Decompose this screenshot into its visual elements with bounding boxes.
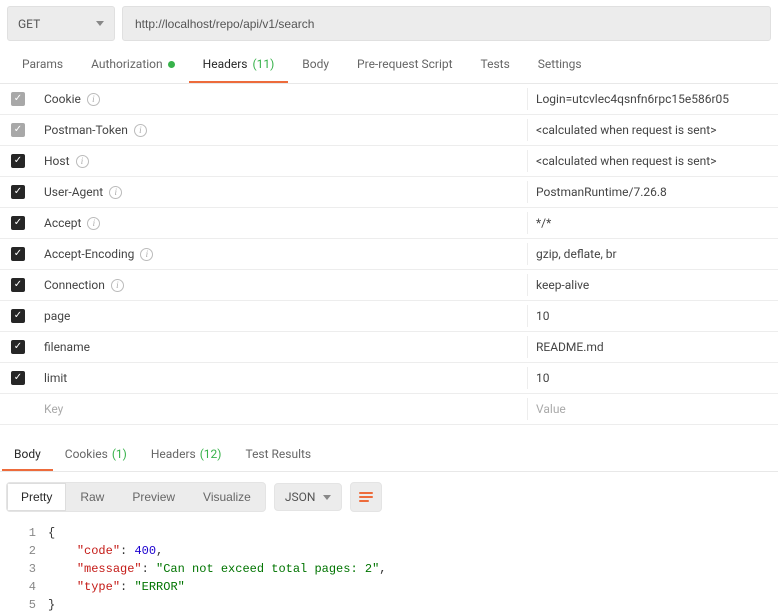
- header-value-cell[interactable]: <calculated when request is sent>: [528, 150, 778, 172]
- view-toolbar: Pretty Raw Preview Visualize JSON: [0, 472, 778, 522]
- tab-params[interactable]: Params: [8, 47, 77, 83]
- header-key-cell[interactable]: Postman-Tokeni: [36, 119, 528, 141]
- header-checkbox[interactable]: ✓: [11, 371, 25, 385]
- header-checkbox[interactable]: ✓: [11, 309, 25, 323]
- info-icon: i: [76, 155, 89, 168]
- dot-icon: [168, 61, 175, 68]
- request-tabs: Params Authorization Headers(11) Body Pr…: [0, 47, 778, 84]
- header-value-cell[interactable]: 10: [528, 367, 778, 389]
- info-icon: i: [87, 93, 100, 106]
- response-body-viewer[interactable]: 12345 { "code": 400, "message": "Can not…: [0, 522, 778, 616]
- header-key-cell[interactable]: Hosti: [36, 150, 528, 172]
- code-content: { "code": 400, "message": "Can not excee…: [48, 524, 778, 614]
- header-checkbox[interactable]: ✓: [11, 247, 25, 261]
- tab-settings[interactable]: Settings: [524, 47, 596, 83]
- header-checkbox[interactable]: ✓: [11, 185, 25, 199]
- view-preview[interactable]: Preview: [118, 483, 189, 511]
- line-gutter: 12345: [0, 524, 48, 614]
- header-checkbox[interactable]: ✓: [11, 216, 25, 230]
- table-row: ✓ limit10: [0, 363, 778, 394]
- method-label: GET: [18, 17, 40, 31]
- header-checkbox[interactable]: ✓: [11, 92, 25, 106]
- header-key-cell[interactable]: page: [36, 305, 528, 327]
- info-icon: i: [109, 186, 122, 199]
- header-value-input[interactable]: Value: [528, 398, 778, 420]
- header-checkbox[interactable]: ✓: [11, 123, 25, 137]
- table-row: ✓ Accepti*/*: [0, 208, 778, 239]
- table-row: ✓ Postman-Tokeni<calculated when request …: [0, 115, 778, 146]
- rtab-test-results[interactable]: Test Results: [233, 437, 323, 471]
- info-icon: i: [134, 124, 147, 137]
- headers-table: ✓ CookieiLogin=utcvlec4qsnfn6rpc15e586r05…: [0, 84, 778, 425]
- header-value-cell[interactable]: keep-alive: [528, 274, 778, 296]
- table-row: ✓ Hosti<calculated when request is sent>: [0, 146, 778, 177]
- header-key-cell[interactable]: User-Agenti: [36, 181, 528, 203]
- wrap-icon: [359, 492, 373, 502]
- table-row: ✓ Connectionikeep-alive: [0, 270, 778, 301]
- wrap-lines-button[interactable]: [350, 482, 382, 512]
- tab-prerequest[interactable]: Pre-request Script: [343, 47, 466, 83]
- format-select[interactable]: JSON: [274, 483, 343, 511]
- header-value-cell[interactable]: <calculated when request is sent>: [528, 119, 778, 141]
- info-icon: i: [111, 279, 124, 292]
- chevron-down-icon: [96, 21, 104, 26]
- header-key-input[interactable]: Key: [36, 398, 528, 420]
- header-key-cell[interactable]: filename: [36, 336, 528, 358]
- table-row: ✓ filenameREADME.md: [0, 332, 778, 363]
- table-row: ✓ Accept-Encodingigzip, deflate, br: [0, 239, 778, 270]
- table-row: ✓ CookieiLogin=utcvlec4qsnfn6rpc15e586r05: [0, 84, 778, 115]
- info-icon: i: [87, 217, 100, 230]
- header-checkbox[interactable]: ✓: [11, 154, 25, 168]
- tab-authorization[interactable]: Authorization: [77, 47, 189, 83]
- header-key-cell[interactable]: Connectioni: [36, 274, 528, 296]
- view-raw[interactable]: Raw: [66, 483, 118, 511]
- header-key-cell[interactable]: Accept-Encodingi: [36, 243, 528, 265]
- chevron-down-icon: [323, 495, 331, 500]
- tab-body[interactable]: Body: [288, 47, 343, 83]
- http-method-select[interactable]: GET: [7, 6, 115, 41]
- header-value-cell[interactable]: Login=utcvlec4qsnfn6rpc15e586r05: [528, 88, 778, 110]
- header-value-cell[interactable]: */*: [528, 212, 778, 234]
- header-value-cell[interactable]: 10: [528, 305, 778, 327]
- header-key-cell[interactable]: Cookiei: [36, 88, 528, 110]
- header-value-cell[interactable]: README.md: [528, 336, 778, 358]
- header-key-cell[interactable]: limit: [36, 367, 528, 389]
- view-pretty[interactable]: Pretty: [7, 483, 66, 511]
- table-row: ✓ User-AgentiPostmanRuntime/7.26.8: [0, 177, 778, 208]
- header-value-cell[interactable]: gzip, deflate, br: [528, 243, 778, 265]
- tab-tests[interactable]: Tests: [467, 47, 524, 83]
- table-row: KeyValue: [0, 394, 778, 425]
- header-checkbox[interactable]: ✓: [11, 340, 25, 354]
- header-checkbox[interactable]: ✓: [11, 278, 25, 292]
- url-input[interactable]: [122, 6, 771, 41]
- view-mode-group: Pretty Raw Preview Visualize: [6, 482, 266, 512]
- tab-headers[interactable]: Headers(11): [189, 47, 289, 83]
- table-row: ✓ page10: [0, 301, 778, 332]
- header-key-cell[interactable]: Accepti: [36, 212, 528, 234]
- rtab-cookies[interactable]: Cookies(1): [53, 437, 139, 471]
- rtab-body[interactable]: Body: [2, 437, 53, 471]
- header-value-cell[interactable]: PostmanRuntime/7.26.8: [528, 181, 778, 203]
- info-icon: i: [140, 248, 153, 261]
- view-visualize[interactable]: Visualize: [189, 483, 265, 511]
- rtab-headers[interactable]: Headers(12): [139, 437, 234, 471]
- response-tabs: Body Cookies(1) Headers(12) Test Results: [0, 437, 778, 472]
